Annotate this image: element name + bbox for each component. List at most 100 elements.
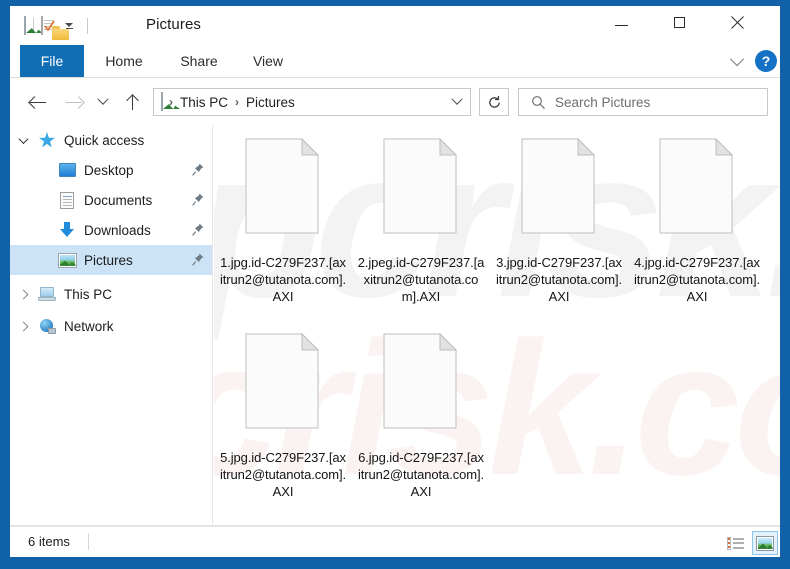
back-button[interactable] [24,88,52,116]
address-bar[interactable]: › This PC › Pictures [153,88,471,116]
network-icon [36,317,58,335]
sidebar-item-downloads[interactable]: Downloads [10,215,212,245]
file-list-pane[interactable]: pcrisk.com pcrisk.com 1.jpg.id-C279F237.… [214,125,780,525]
sidebar-item-this-pc[interactable]: This PC [10,279,212,309]
search-input[interactable]: Search Pictures [555,95,650,110]
address-dropdown-button[interactable] [444,89,470,115]
documents-icon [56,191,78,209]
item-count-label: 6 items [28,534,70,549]
main-area: Quick access Desktop Documents Downloads… [10,125,780,526]
this-pc-icon [36,285,58,303]
sidebar-item-quick-access[interactable]: Quick access [10,125,212,155]
pin-icon[interactable] [192,163,204,181]
window-frame: Pictures File Home Share View ? › This P… [0,0,790,569]
up-button[interactable] [118,88,146,116]
desktop-icon [56,161,78,179]
tab-home[interactable]: Home [90,45,158,77]
sidebar-item-documents[interactable]: Documents [10,185,212,215]
expand-toggle[interactable] [10,279,36,309]
sidebar-item-pictures[interactable]: Pictures [10,245,212,275]
ribbon-tab-bar: File Home Share View ? [10,45,780,78]
file-item[interactable]: 3.jpg.id-C279F237.[axitrun2@tutanota.com… [490,135,628,305]
sidebar-item-label: Documents [84,192,153,208]
file-item[interactable]: 2.jpeg.id-C279F237.[axitrun2@tutanota.co… [352,135,490,305]
title-bar: Pictures [10,6,780,45]
breadcrumb-pictures[interactable]: Pictures [245,95,296,110]
file-item[interactable]: 6.jpg.id-C279F237.[axitrun2@tutanota.com… [352,330,490,500]
chevron-down-icon [97,93,109,105]
chevron-right-icon [18,289,28,299]
window-title: Pictures [146,16,201,33]
ribbon-collapse-button[interactable] [726,52,748,71]
sidebar-item-desktop[interactable]: Desktop [10,155,212,185]
close-icon [730,15,745,30]
star-icon [36,131,58,149]
large-icons-view-button[interactable] [752,531,778,555]
blank-file-icon [516,135,602,247]
file-item[interactable]: 1.jpg.id-C279F237.[axitrun2@tutanota.com… [214,135,352,305]
quick-access-toolbar [24,15,95,40]
tab-file[interactable]: File [20,45,84,77]
blank-file-icon [654,135,740,247]
file-name: 2.jpeg.id-C279F237.[axitrun2@tutanota.co… [357,255,485,304]
file-name: 1.jpg.id-C279F237.[axitrun2@tutanota.com… [220,255,346,304]
arrow-up-icon [126,94,139,110]
file-name: 3.jpg.id-C279F237.[axitrun2@tutanota.com… [496,255,622,304]
sidebar-item-label: This PC [64,286,113,302]
sidebar-item-label: Downloads [84,222,151,238]
details-view-icon [726,536,744,550]
details-view-button[interactable] [722,531,748,555]
help-button[interactable]: ? [755,50,777,72]
search-icon [531,95,546,110]
breadcrumb-separator-2: › [235,95,240,109]
chevron-down-icon [18,133,28,144]
chevron-down-icon [451,93,463,105]
file-name: 4.jpg.id-C279F237.[axitrun2@tutanota.com… [634,255,760,304]
properties-icon[interactable] [41,16,55,35]
sidebar-item-label: Quick access [64,132,145,148]
explorer-window: Pictures File Home Share View ? › This P… [10,6,780,557]
maximize-icon [673,16,685,28]
refresh-icon [488,95,500,108]
navigation-pane: Quick access Desktop Documents Downloads… [10,125,213,525]
close-button[interactable] [714,6,760,38]
file-item[interactable]: 5.jpg.id-C279F237.[axitrun2@tutanota.com… [214,330,352,500]
blank-file-icon [378,135,464,247]
pin-icon[interactable] [192,193,204,211]
breadcrumb-this-pc[interactable]: This PC [179,95,229,110]
downloads-icon [56,221,78,239]
maximize-button[interactable] [656,6,702,38]
large-icons-view-icon [756,535,774,551]
status-bar: 6 items [10,526,780,557]
sidebar-item-label: Pictures [84,252,133,268]
pin-icon[interactable] [192,253,204,271]
refresh-button[interactable] [479,88,509,116]
tab-share[interactable]: Share [164,45,234,77]
picture-icon[interactable] [24,16,26,35]
expand-toggle[interactable] [10,311,36,341]
sidebar-item-network[interactable]: Network [10,311,212,341]
minimize-button[interactable] [598,6,644,38]
address-bar-row: › This PC › Pictures Search Pictures [10,78,780,125]
search-box[interactable]: Search Pictures [518,88,768,116]
tab-view[interactable]: View [238,45,298,77]
file-item[interactable]: 4.jpg.id-C279F237.[axitrun2@tutanota.com… [628,135,766,305]
minimize-icon [614,24,628,26]
blank-file-icon [378,330,464,442]
chevron-right-icon [18,321,28,331]
file-name: 6.jpg.id-C279F237.[axitrun2@tutanota.com… [358,450,484,499]
chevron-down-icon [729,52,745,67]
sidebar-item-label: Network [64,318,114,334]
pin-icon[interactable] [192,223,204,241]
sidebar-item-label: Desktop [84,162,134,178]
file-name: 5.jpg.id-C279F237.[axitrun2@tutanota.com… [220,450,346,499]
blank-file-icon [240,135,326,247]
recent-locations-button[interactable] [92,88,114,116]
pictures-folder-icon [161,92,163,111]
status-divider [88,533,89,550]
expand-toggle[interactable] [10,125,36,155]
forward-button[interactable] [60,88,88,116]
